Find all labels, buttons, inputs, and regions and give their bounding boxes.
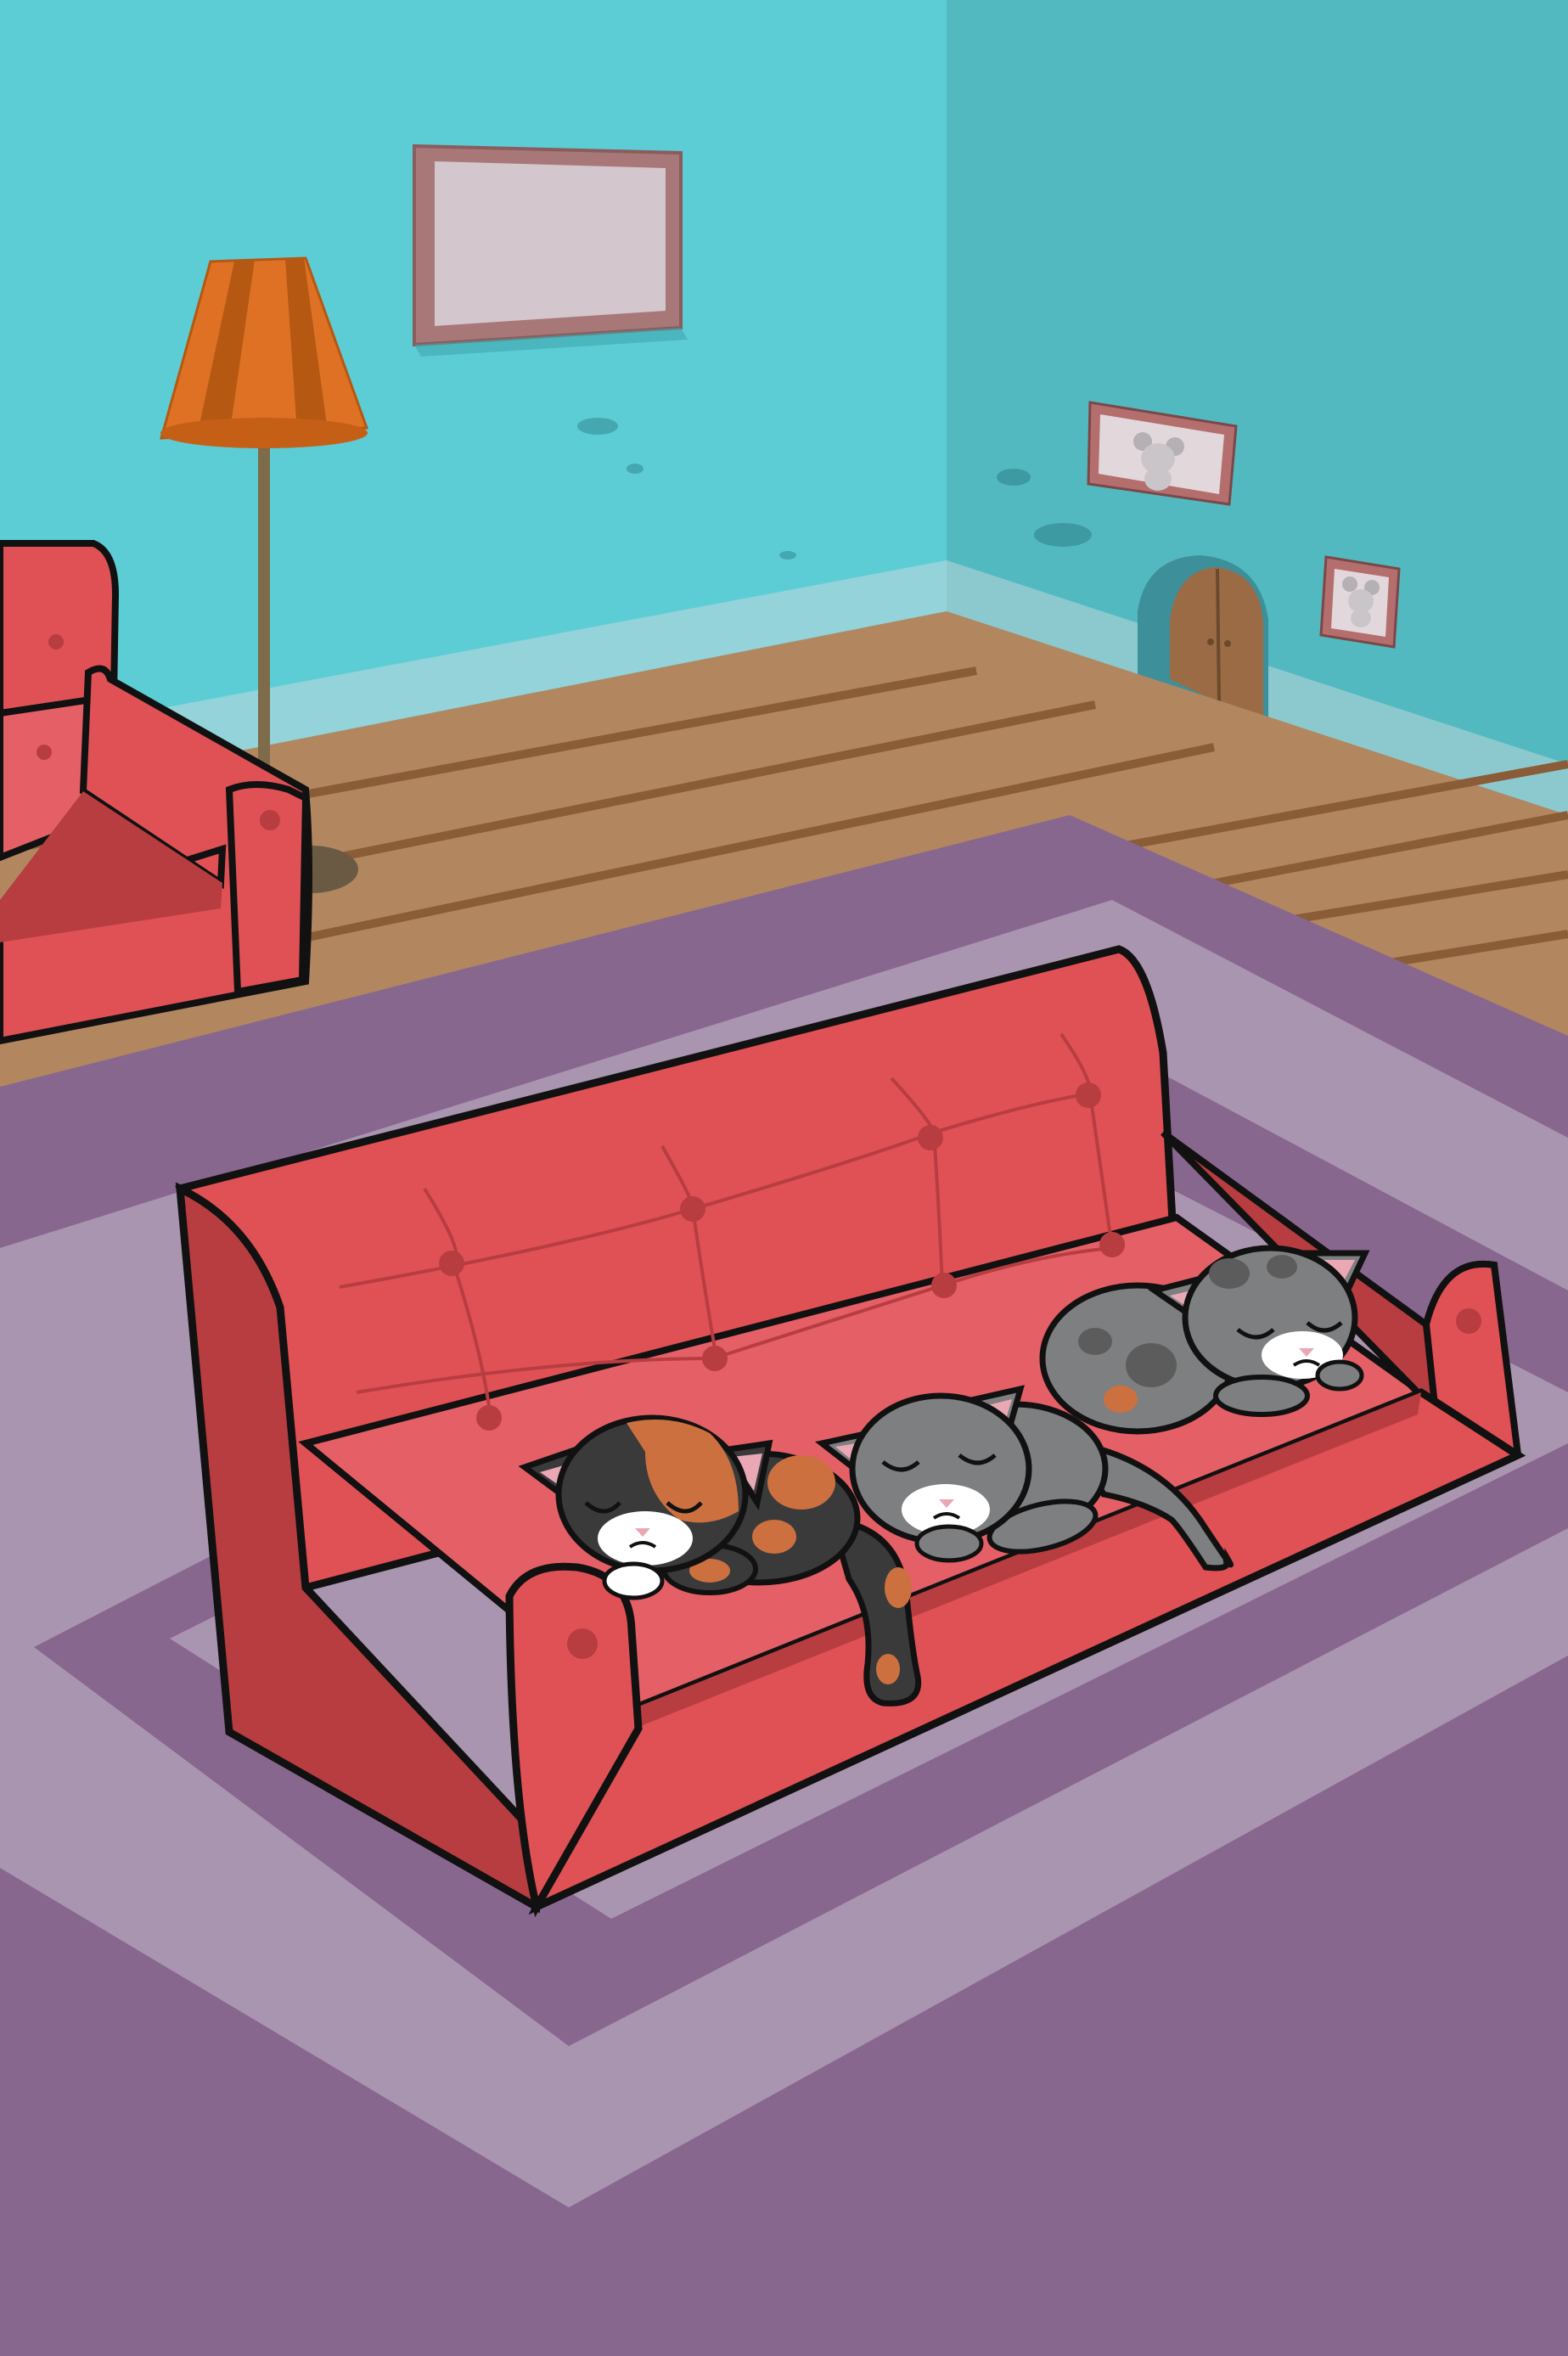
living-room-scene (0, 0, 1568, 2356)
mouse-picture-small (1319, 555, 1401, 649)
lamp-shade-rim (160, 418, 368, 448)
calico-cat-front-paw (602, 1561, 665, 1600)
empty-picture-frame (413, 143, 688, 357)
wall-spot (1034, 523, 1092, 547)
wall-spot (627, 464, 643, 474)
wall-spot (997, 469, 1031, 486)
gray-calico-cat-paw (1213, 1375, 1310, 1417)
wall-spot (779, 551, 796, 559)
gray-cat-front-paw (914, 1524, 984, 1563)
wall-spot (577, 418, 618, 435)
